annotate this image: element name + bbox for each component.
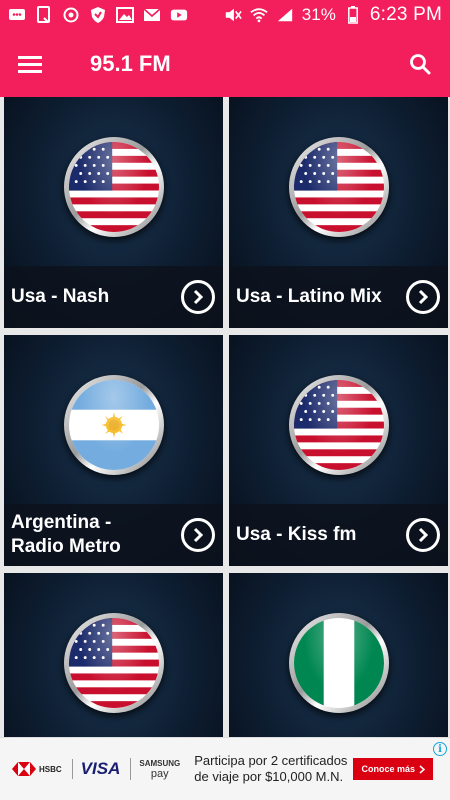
station-card[interactable] — [229, 573, 448, 737]
status-icons-left — [8, 6, 188, 23]
flag-badge — [288, 613, 389, 713]
mail-icon — [143, 7, 161, 23]
station-name: Usa - Kiss fm — [236, 524, 357, 545]
visa-logo: VISA — [71, 759, 120, 779]
document-icon — [35, 6, 53, 23]
chevron-right-icon — [193, 289, 204, 305]
signal-icon — [276, 7, 294, 23]
station-card[interactable]: Usa - Latino Mix — [229, 97, 448, 328]
status-time: 6:23 PM — [369, 4, 442, 25]
shield-icon — [89, 7, 107, 23]
station-card[interactable]: Argentina - Radio Metro — [4, 335, 223, 566]
station-card[interactable]: Usa - Kiss fm — [229, 335, 448, 566]
ad-text: Participa por 2 certificados de viaje po… — [194, 753, 348, 784]
station-name: Argentina - Radio Metro — [11, 512, 121, 557]
chevron-right-icon — [419, 764, 425, 774]
ad-cta-label: Conoce más — [361, 764, 415, 774]
usa-flag-icon — [293, 142, 384, 232]
usa-flag-icon — [68, 618, 159, 708]
ad-info-icon[interactable]: i — [433, 742, 447, 756]
wifi-icon — [250, 7, 268, 23]
usa-flag-icon — [293, 380, 384, 470]
flag-badge — [288, 137, 389, 237]
battery-percent: 31% — [301, 5, 336, 24]
mute-icon — [224, 7, 242, 23]
flag-badge — [63, 137, 164, 237]
station-name: Usa - Nash — [11, 286, 110, 307]
chevron-right-icon — [418, 527, 429, 543]
menu-button[interactable] — [0, 30, 60, 97]
chat-icon — [8, 7, 26, 23]
battery-icon — [344, 6, 362, 24]
chevron-right-icon — [193, 527, 204, 543]
status-bar: 31% 6:23 PM — [0, 0, 450, 30]
hamburger-menu-icon — [18, 55, 42, 73]
search-icon — [410, 53, 431, 74]
play-arrow-button[interactable] — [181, 518, 215, 552]
station-name: Usa - Latino Mix — [236, 286, 382, 307]
station-grid: Usa - Nash Usa - Latino Mix Argentina - … — [0, 97, 450, 737]
chevron-right-icon — [418, 289, 429, 305]
flag-badge — [63, 375, 164, 475]
flag-badge — [63, 613, 164, 713]
station-card[interactable] — [4, 573, 223, 737]
flag-badge — [288, 375, 389, 475]
status-icons-right: 31% 6:23 PM — [224, 4, 442, 26]
ad-cta-button[interactable]: Conoce más — [353, 758, 433, 780]
hsbc-logo: HSBC — [12, 762, 62, 776]
usa-flag-icon — [68, 142, 159, 232]
app-title: 95.1 FM — [90, 50, 171, 76]
play-arrow-button[interactable] — [406, 518, 440, 552]
samsung-pay-logo: SAMSUNG pay — [130, 758, 180, 780]
play-arrow-button[interactable] — [181, 280, 215, 314]
sync-icon — [62, 7, 80, 23]
ad-banner[interactable]: HSBC VISA SAMSUNG pay Participa por 2 ce… — [0, 737, 450, 800]
ad-logos: HSBC VISA SAMSUNG pay — [12, 758, 180, 780]
hsbc-hexagon-icon — [12, 762, 36, 776]
hsbc-text: HSBC — [39, 764, 62, 774]
youtube-icon — [170, 7, 188, 23]
image-icon — [116, 7, 134, 23]
nigeria-flag-icon — [293, 618, 384, 708]
pay-text: pay — [150, 768, 169, 780]
app-bar: 95.1 FM — [0, 30, 450, 97]
play-arrow-button[interactable] — [406, 280, 440, 314]
station-card[interactable]: Usa - Nash — [4, 97, 223, 328]
search-button[interactable] — [390, 30, 450, 97]
argentina-flag-icon — [68, 380, 159, 470]
